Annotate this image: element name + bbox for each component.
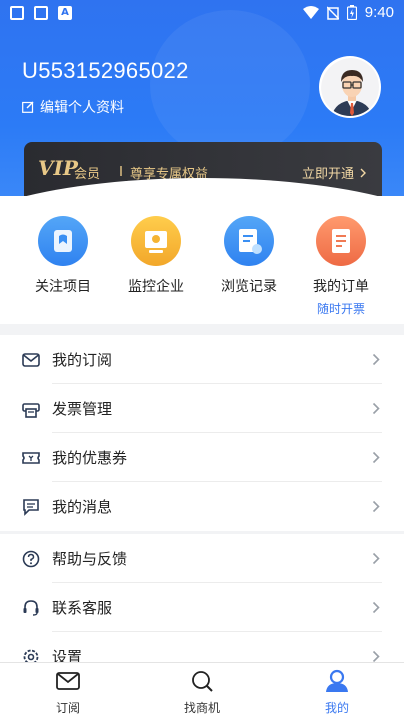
search-icon bbox=[192, 671, 213, 692]
quick-action-orders[interactable]: 我的订单 随时开票 bbox=[296, 216, 386, 317]
vip-separator bbox=[120, 166, 122, 176]
quick-actions: 关注项目 监控企业 浏览记录 我的订单 随时开票 bbox=[0, 196, 404, 324]
nav-tab-me[interactable]: 我的 bbox=[297, 669, 377, 716]
edit-profile-label: 编辑个人资料 bbox=[40, 100, 124, 116]
vip-open-button[interactable]: 立即开通 bbox=[302, 163, 366, 182]
headset-icon bbox=[23, 599, 39, 616]
invoice-icon bbox=[22, 402, 40, 418]
vip-logo: VIP bbox=[38, 156, 78, 180]
battery-icon bbox=[346, 5, 357, 20]
chevron-right-icon bbox=[372, 650, 380, 662]
quick-action-label: 关注项目 bbox=[35, 279, 91, 295]
order-icon bbox=[316, 216, 366, 266]
chevron-right-icon bbox=[372, 601, 380, 614]
header-decoration bbox=[150, 10, 310, 160]
chevron-right-icon bbox=[360, 168, 366, 177]
help-icon bbox=[22, 550, 40, 567]
menu-item-coupons[interactable]: 我的优惠券 bbox=[0, 433, 404, 482]
quick-action-label: 浏览记录 bbox=[221, 279, 277, 295]
chevron-right-icon bbox=[372, 552, 380, 565]
menu-item-settings[interactable]: 设置 bbox=[0, 632, 404, 662]
menu-group-support: 帮助与反馈 联系客服 设置 bbox=[0, 534, 404, 662]
bookmark-icon bbox=[38, 216, 88, 266]
quick-action-monitor[interactable]: 监控企业 bbox=[111, 216, 201, 296]
quick-action-label: 监控企业 bbox=[128, 279, 184, 295]
menu-group-account: 我的订阅 发票管理 我的优惠券 我的消息 bbox=[0, 335, 404, 531]
vip-member-label: 会员 bbox=[74, 167, 101, 182]
status-bar: A 9:40 bbox=[0, 0, 404, 30]
wifi-icon bbox=[302, 5, 319, 19]
menu-item-help[interactable]: 帮助与反馈 bbox=[0, 534, 404, 583]
quick-action-history[interactable]: 浏览记录 bbox=[204, 216, 294, 296]
quick-action-sublabel: 随时开票 bbox=[316, 302, 365, 316]
quick-action-follow[interactable]: 关注项目 bbox=[18, 216, 108, 296]
menu-item-label: 设置 bbox=[52, 648, 83, 662]
mail-icon bbox=[22, 352, 40, 367]
menu-item-messages[interactable]: 我的消息 bbox=[0, 482, 404, 531]
chevron-right-icon bbox=[372, 402, 380, 415]
edit-profile-link[interactable]: 编辑个人资料 bbox=[22, 97, 124, 117]
nav-label: 找商机 bbox=[183, 701, 220, 715]
avatar-illustration bbox=[321, 58, 379, 116]
menu-item-label: 我的消息 bbox=[52, 498, 113, 516]
bottom-nav: 订阅 找商机 我的 bbox=[0, 662, 404, 720]
message-icon bbox=[23, 498, 39, 516]
menu-item-subscriptions[interactable]: 我的订阅 bbox=[0, 335, 404, 384]
user-id: U553152965022 bbox=[22, 58, 189, 83]
settings-icon bbox=[23, 649, 39, 662]
image-notification-icon bbox=[10, 6, 24, 20]
nav-tab-subscriptions[interactable]: 订阅 bbox=[28, 669, 108, 716]
clock: 9:40 bbox=[364, 4, 394, 21]
user-icon bbox=[326, 669, 348, 692]
menu-item-label: 联系客服 bbox=[52, 599, 113, 617]
menu-item-customer-service[interactable]: 联系客服 bbox=[0, 583, 404, 632]
menu-item-label: 我的优惠券 bbox=[52, 449, 128, 467]
vip-open-label: 立即开通 bbox=[301, 167, 354, 182]
chevron-right-icon bbox=[372, 500, 380, 513]
menu-item-label: 发票管理 bbox=[52, 400, 113, 418]
menu-item-invoices[interactable]: 发票管理 bbox=[0, 384, 404, 433]
menu-item-label: 我的订阅 bbox=[52, 351, 113, 369]
history-icon bbox=[224, 216, 274, 266]
chevron-right-icon bbox=[372, 451, 380, 464]
quick-action-label: 我的订单 bbox=[313, 279, 369, 295]
chevron-right-icon bbox=[372, 353, 380, 366]
profile-screen: A 9:40 U553152965022 编辑个人资料 VIP 会员 尊享专属权… bbox=[0, 0, 404, 720]
edit-icon bbox=[22, 101, 34, 113]
mail-icon bbox=[56, 672, 80, 690]
coupon-icon bbox=[22, 451, 40, 464]
no-signal-icon bbox=[326, 5, 339, 20]
nav-tab-opportunities[interactable]: 找商机 bbox=[162, 669, 242, 716]
nav-label: 订阅 bbox=[55, 701, 80, 715]
menu-item-label: 帮助与反馈 bbox=[52, 550, 128, 568]
app-notification-icon: A bbox=[58, 6, 72, 20]
avatar[interactable] bbox=[319, 56, 381, 118]
monitor-icon bbox=[131, 216, 181, 266]
nav-label: 我的 bbox=[324, 701, 349, 715]
gallery-notification-icon bbox=[34, 6, 48, 20]
